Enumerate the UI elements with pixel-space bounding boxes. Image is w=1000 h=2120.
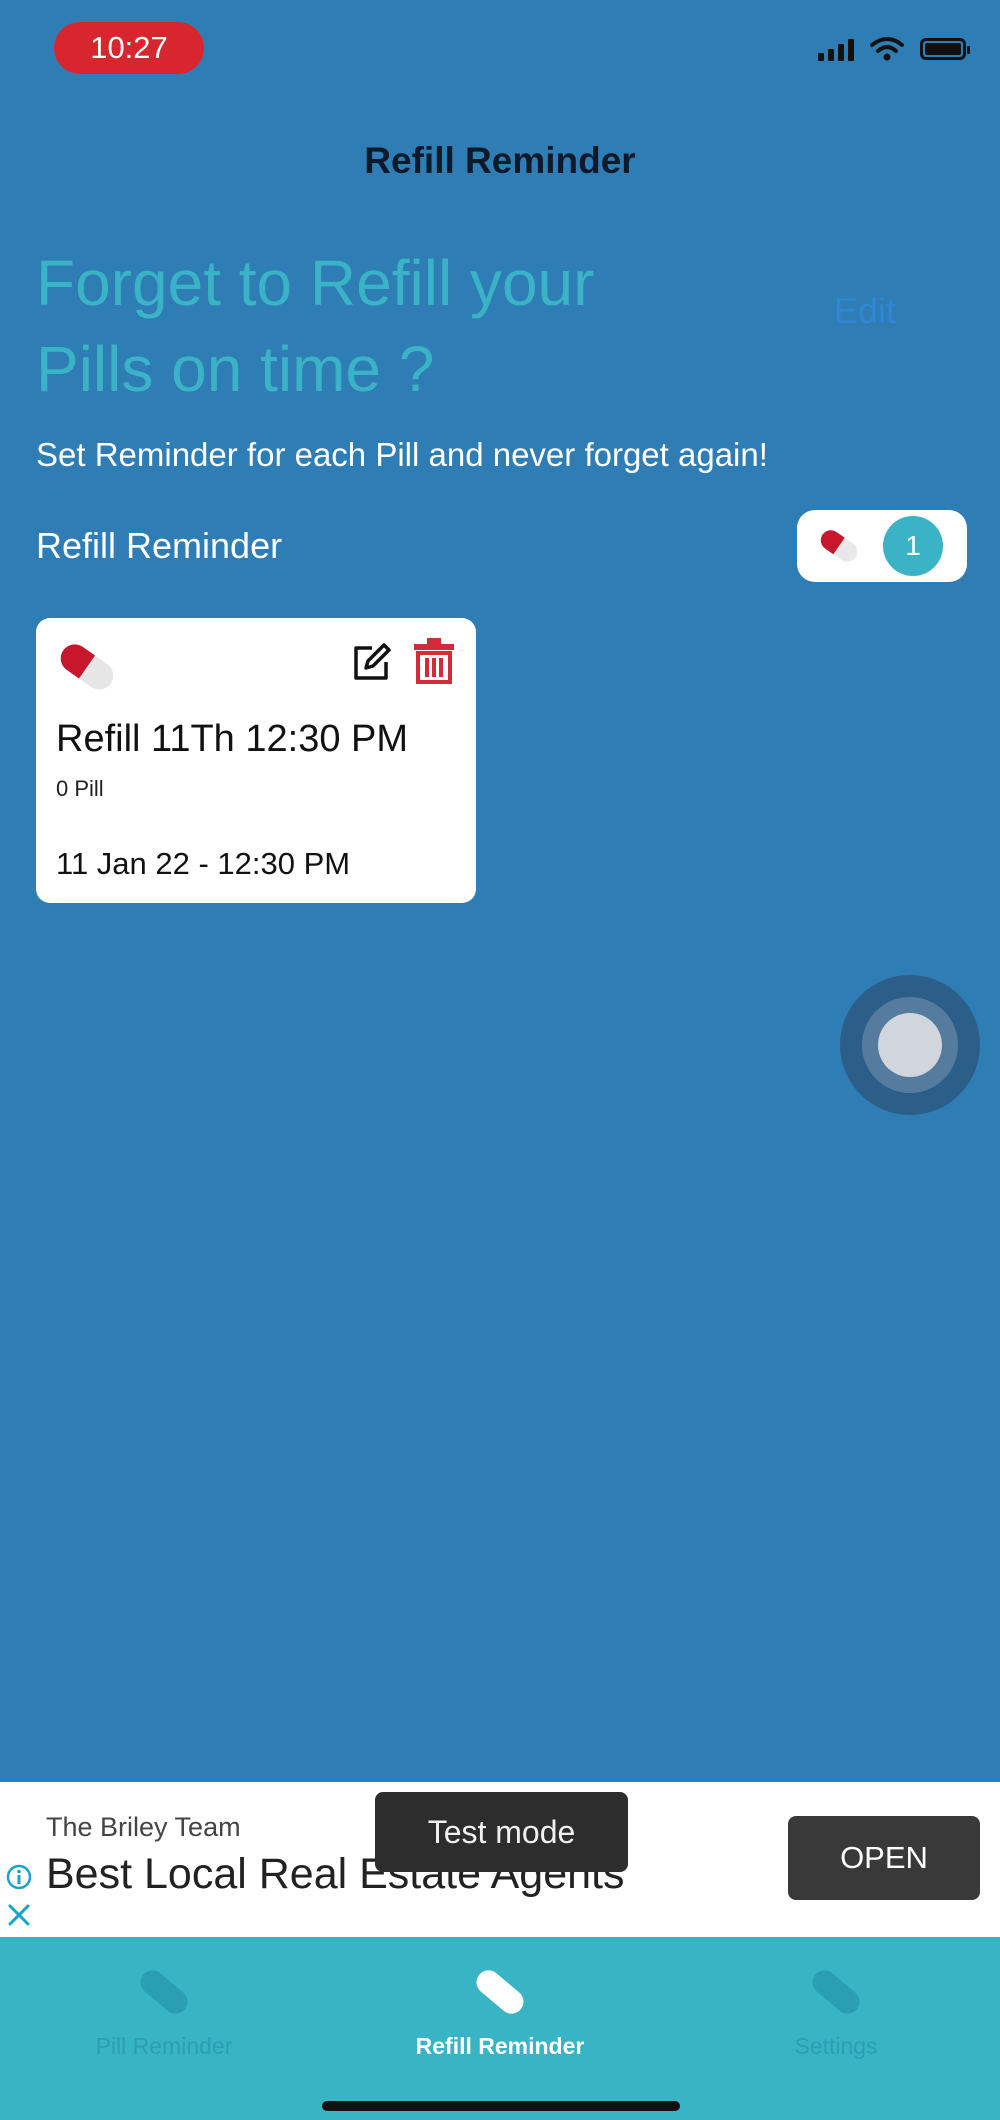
edit-icon[interactable]: [348, 640, 394, 686]
pill-icon: [60, 644, 114, 690]
trash-icon[interactable]: [412, 636, 456, 686]
close-icon[interactable]: [6, 1902, 32, 1928]
reminder-quantity: 0 Pill: [56, 776, 104, 801]
tab-settings[interactable]: Settings: [686, 1957, 986, 2060]
info-icon[interactable]: [6, 1864, 32, 1890]
ad-test-mode-label: Test mode: [375, 1792, 628, 1872]
tab-label: Refill Reminder: [415, 2033, 585, 2059]
ad-banner[interactable]: The Briley Team Best Local Real Estate A…: [0, 1782, 1000, 1937]
tab-refill-reminder[interactable]: Refill Reminder: [350, 1957, 650, 2060]
page-title: Refill Reminder: [364, 140, 636, 181]
tab-bar: Pill Reminder Refill Reminder Settings: [0, 1937, 1000, 2120]
pill-icon: [140, 1970, 188, 2014]
tab-label: Settings: [794, 2033, 878, 2059]
pill-icon: [820, 530, 858, 562]
ad-advertiser: The Briley Team: [46, 1812, 241, 1842]
reminder-title: Refill 11Th 12:30 PM: [56, 718, 409, 760]
tab-pill-reminder[interactable]: Pill Reminder: [14, 1957, 314, 2060]
tab-label: Pill Reminder: [95, 2033, 233, 2059]
ad-open-button[interactable]: OPEN: [788, 1816, 980, 1900]
edit-link[interactable]: Edit: [834, 290, 896, 332]
section-label: Refill Reminder: [36, 525, 283, 566]
battery-icon: [920, 38, 970, 60]
hero-subtitle: Set Reminder for each Pill and never for…: [36, 436, 768, 473]
pill-icon: [812, 1970, 860, 2014]
assistive-touch-button[interactable]: [840, 975, 980, 1115]
hero-headline: Forget to Refill your Pills on time ?: [36, 247, 595, 405]
pill-icon: [476, 1970, 524, 2014]
reminder-count-badge: 1: [797, 510, 967, 582]
status-time: 10:27: [54, 22, 204, 74]
wifi-icon: [870, 37, 904, 61]
reminder-card[interactable]: Refill 11Th 12:30 PM 0 Pill 11 Jan 22 - …: [36, 618, 476, 903]
home-indicator: [322, 2101, 680, 2111]
count-value: 1: [883, 516, 943, 576]
status-icons: [818, 36, 970, 62]
signal-icon: [818, 37, 854, 61]
reminder-datetime: 11 Jan 22 - 12:30 PM: [56, 846, 351, 881]
